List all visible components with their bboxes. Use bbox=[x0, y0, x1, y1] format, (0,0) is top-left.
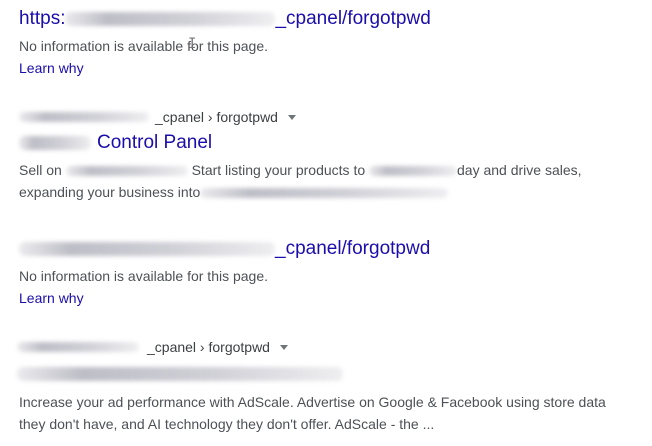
result-3-title-suffix: _cpanel/forgotpwd bbox=[275, 238, 431, 259]
result-2-snippet-part-d: expanding your business into bbox=[19, 184, 201, 200]
result-2-title-link[interactable]: Control Panel bbox=[19, 132, 629, 154]
result-2-title-suffix: Control Panel bbox=[97, 132, 213, 153]
result-2-snippet: Sell on Start listing your products to d… bbox=[19, 159, 629, 203]
result-3-snippet: No information is available for this pag… bbox=[19, 268, 269, 284]
redacted-title-segment bbox=[19, 136, 91, 150]
redacted-snippet-segment bbox=[369, 166, 458, 177]
result-2-cite: _cpanel › forgotpwd bbox=[19, 107, 629, 127]
redacted-snippet-segment bbox=[200, 188, 449, 199]
redacted-domain bbox=[19, 112, 149, 122]
result-2-snippet-part-a: Sell on bbox=[19, 162, 62, 178]
result-1-title-suffix: _cpanel/forgotpwd bbox=[275, 8, 431, 29]
search-results-page: https: _cpanel/forgotpwd No information … bbox=[0, 0, 652, 446]
result-4-snippet-line-2: they don't have, and AI technology they … bbox=[19, 416, 435, 432]
result-1-title-prefix: https: bbox=[19, 8, 66, 29]
result-4-cite-path: _cpanel › forgotpwd bbox=[147, 339, 270, 355]
result-1-title-link[interactable]: https: _cpanel/forgotpwd bbox=[19, 8, 629, 30]
search-result-3: _cpanel/forgotpwd No information is avai… bbox=[19, 238, 629, 309]
search-result-4: _cpanel › forgotpwd Increase your ad per… bbox=[17, 337, 627, 435]
result-2-snippet-part-c: day and drive sales, bbox=[457, 162, 582, 178]
search-result-2: _cpanel › forgotpwd Control Panel Sell o… bbox=[19, 107, 629, 203]
result-4-snippet-line-1: Increase your ad performance with AdScal… bbox=[19, 394, 606, 410]
redacted-domain bbox=[17, 342, 139, 352]
result-1-snippet: No information is available for this pag… bbox=[19, 38, 269, 54]
redacted-url-segment bbox=[19, 242, 275, 256]
result-2-cite-path: _cpanel › forgotpwd bbox=[155, 109, 278, 125]
text-cursor-icon: I bbox=[188, 36, 197, 52]
result-1-learn-why-link[interactable]: Learn why bbox=[19, 57, 84, 79]
result-4-cite: _cpanel › forgotpwd bbox=[17, 337, 627, 357]
result-4-title-link[interactable] bbox=[17, 365, 627, 383]
result-3-title-link[interactable]: _cpanel/forgotpwd bbox=[19, 238, 629, 260]
redacted-title bbox=[17, 366, 343, 381]
redacted-url-segment bbox=[65, 12, 276, 26]
redacted-snippet-segment bbox=[65, 166, 188, 177]
result-3-learn-why-link[interactable]: Learn why bbox=[19, 287, 84, 309]
search-result-1: https: _cpanel/forgotpwd No information … bbox=[19, 8, 629, 79]
result-4-snippet: Increase your ad performance with AdScal… bbox=[19, 391, 627, 435]
caret-down-icon[interactable] bbox=[287, 114, 296, 120]
result-2-snippet-part-b: Start listing your products to bbox=[191, 162, 366, 178]
caret-down-icon[interactable] bbox=[279, 344, 288, 350]
